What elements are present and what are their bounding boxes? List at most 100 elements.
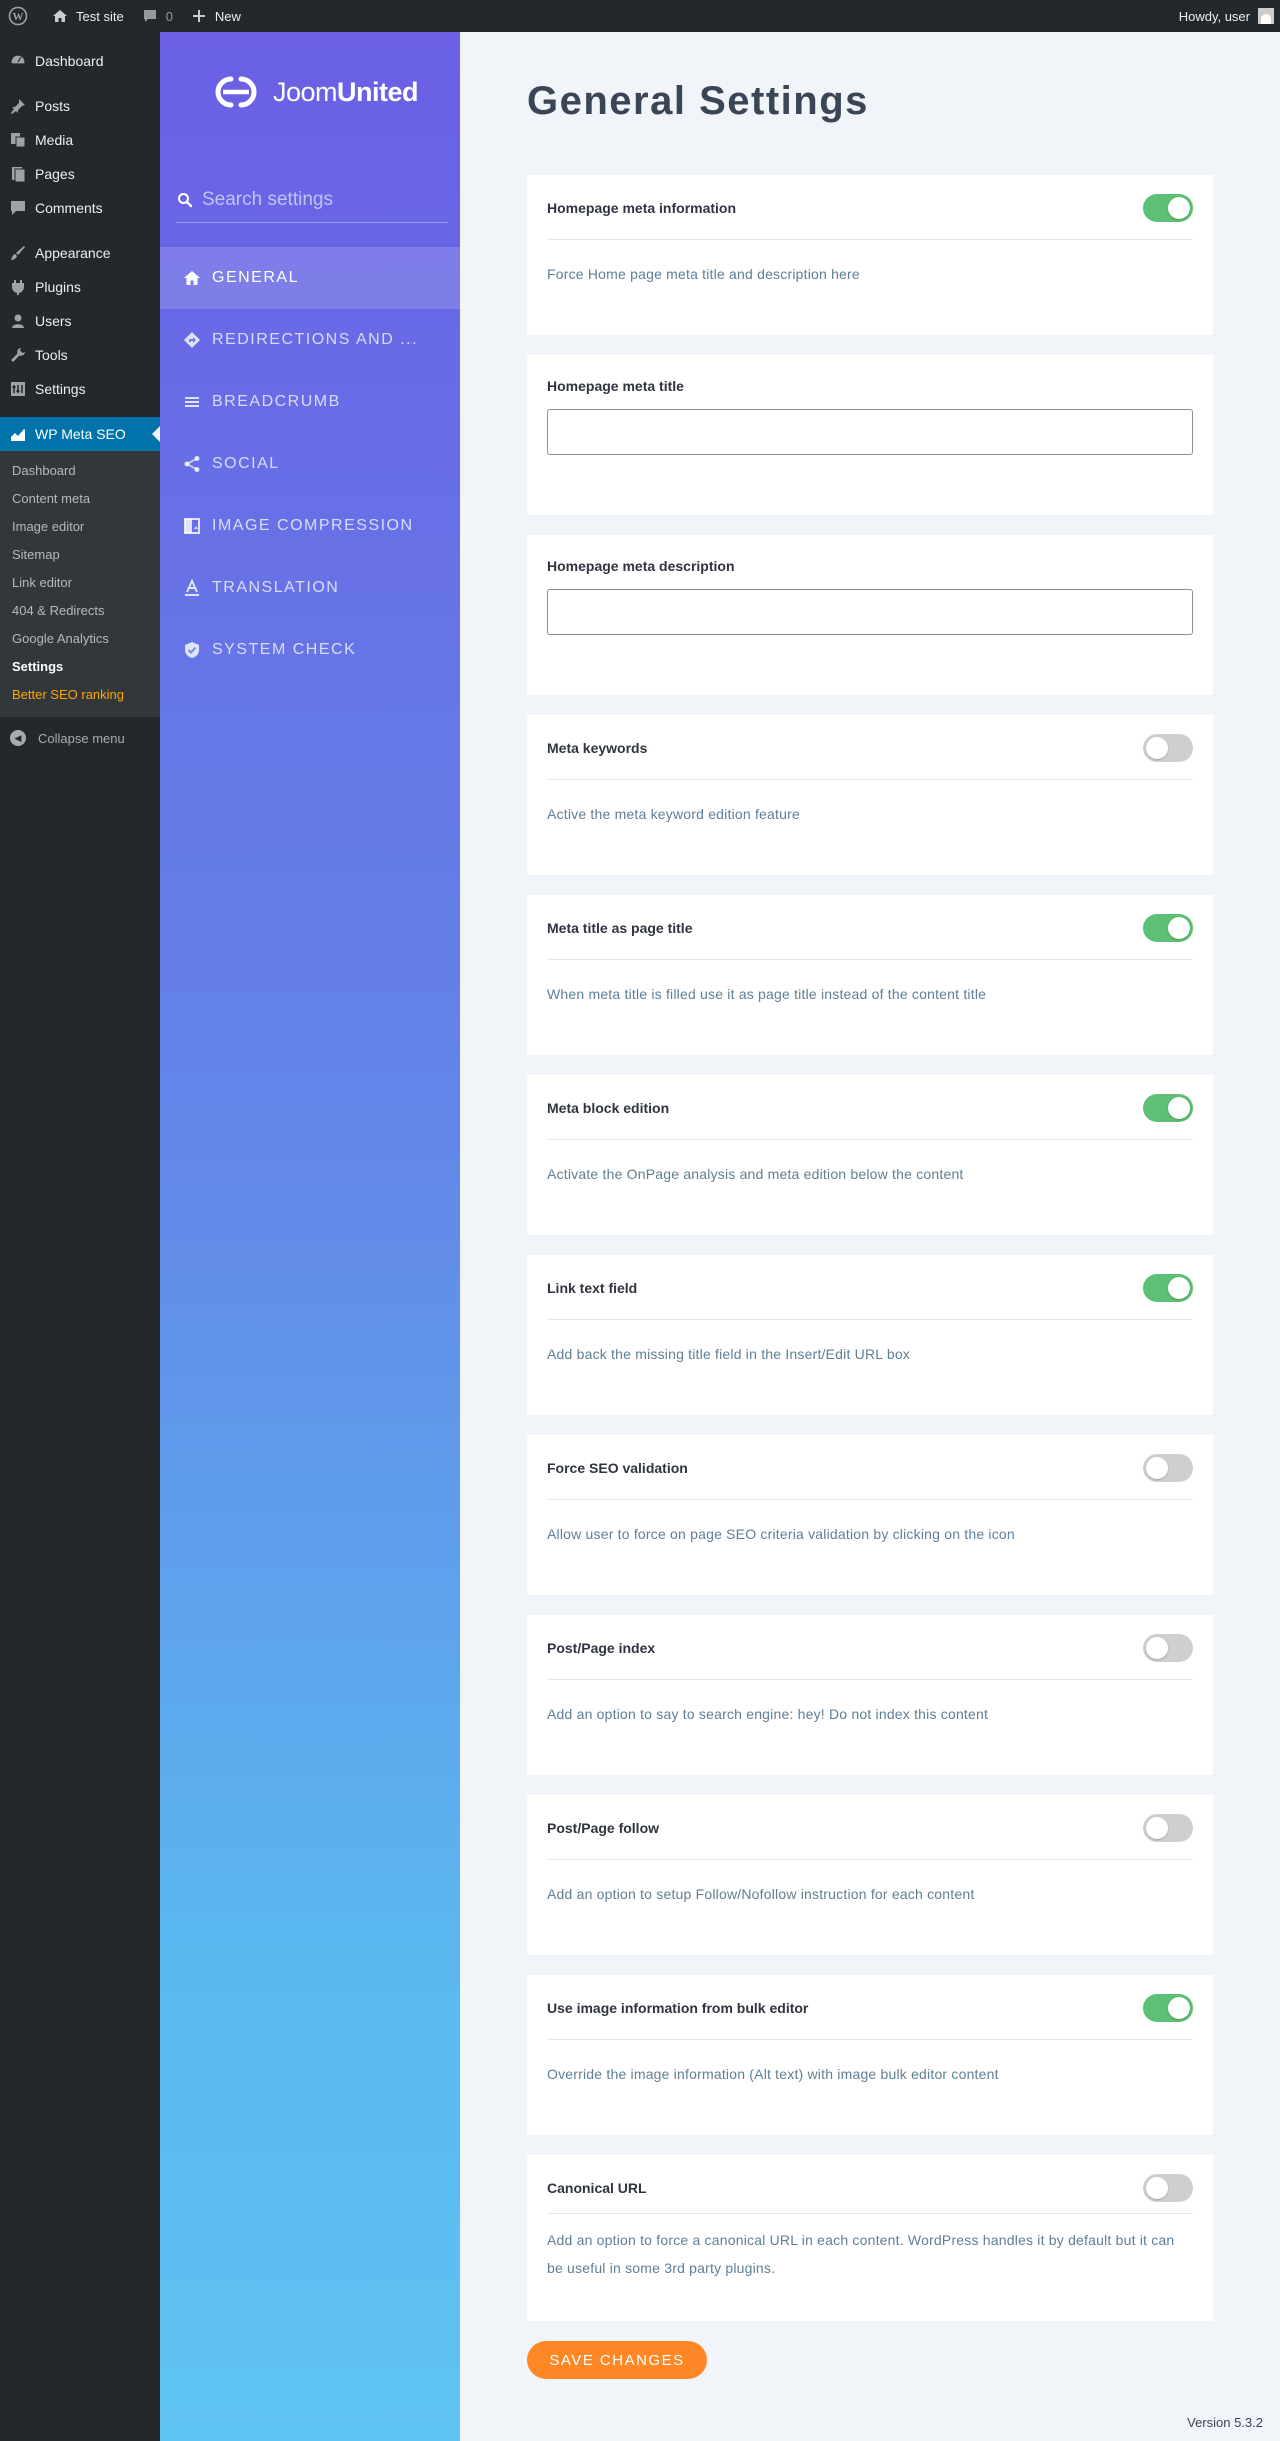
wp-meta-seo-submenu: Dashboard Content meta Image editor Site… — [0, 451, 160, 717]
homepage-meta-title-input[interactable] — [547, 409, 1193, 455]
comments-count: 0 — [165, 8, 173, 24]
toggle-switch[interactable] — [1143, 914, 1193, 942]
menu-users[interactable]: Users — [0, 304, 160, 338]
menu-label: Dashboard — [35, 53, 104, 69]
nav-redirections[interactable]: REDIRECTIONS AND ... — [160, 309, 460, 371]
setting-description: Add back the missing title field in the … — [547, 1346, 911, 1362]
menu-tools[interactable]: Tools — [0, 338, 160, 372]
nav-label: GENERAL — [212, 269, 299, 286]
menu-posts[interactable]: Posts — [0, 89, 160, 123]
nav-image-compression[interactable]: IMAGE COMPRESSION — [160, 495, 460, 557]
joomunited-logo: JoomUnited — [197, 67, 419, 117]
wordpress-logo[interactable]: W — [0, 0, 42, 32]
homepage-meta-description-input[interactable] — [547, 589, 1193, 635]
setting-description: Allow user to force on page SEO criteria… — [547, 1526, 1015, 1542]
setting-label: Post/Page follow — [547, 1820, 660, 1836]
page-title: General Settings — [527, 79, 869, 123]
toggle-switch[interactable] — [1143, 1094, 1193, 1122]
submenu-google-analytics[interactable]: Google Analytics — [0, 625, 160, 653]
menu-label: Plugins — [35, 279, 81, 295]
settings-list: Homepage meta information Force Home pag… — [527, 175, 1213, 2321]
comments-link[interactable]: 0 — [132, 0, 181, 32]
logo-text: JoomUnited — [273, 76, 419, 107]
admin-bar: W Test site 0 New Howdy, user — [0, 0, 1280, 32]
setting-label: Canonical URL — [547, 2180, 647, 2196]
translation-icon — [182, 578, 202, 598]
toggle-switch[interactable] — [1143, 2174, 1193, 2202]
menu-dashboard[interactable]: Dashboard — [0, 44, 160, 78]
nav-general[interactable]: GENERAL — [160, 247, 460, 309]
wrench-icon — [8, 345, 28, 365]
new-label: New — [214, 8, 241, 24]
nav-translation[interactable]: TRANSLATION — [160, 557, 460, 619]
submenu-content-meta[interactable]: Content meta — [0, 485, 160, 513]
new-content-link[interactable]: New — [181, 0, 249, 32]
menu-label: Settings — [35, 381, 86, 397]
save-changes-button[interactable]: SAVE CHANGES — [527, 2341, 707, 2379]
svg-text:W: W — [13, 11, 24, 23]
my-account[interactable]: Howdy, user — [1179, 0, 1280, 32]
submenu-settings[interactable]: Settings — [0, 653, 160, 681]
toggle-switch[interactable] — [1143, 1994, 1193, 2022]
share-icon — [182, 454, 202, 474]
setting-description: When meta title is filled use it as page… — [547, 986, 987, 1002]
submenu-link-editor[interactable]: Link editor — [0, 569, 160, 597]
menu-label: Media — [35, 132, 74, 148]
wordpress-icon: W — [8, 6, 28, 26]
pin-icon — [8, 96, 28, 116]
joomunited-logo-icon — [215, 76, 257, 108]
setting-label: Meta block edition — [547, 1100, 670, 1116]
setting-canonical-url: Canonical URL Add an option to force a c… — [527, 2155, 1213, 2321]
menu-label: WP Meta SEO — [35, 426, 126, 442]
toggle-switch[interactable] — [1143, 1814, 1193, 1842]
setting-label: Meta keywords — [547, 740, 648, 756]
menu-media[interactable]: Media — [0, 123, 160, 157]
setting-description: Add an option to say to search engine: h… — [547, 1706, 989, 1722]
toggle-switch[interactable] — [1143, 734, 1193, 762]
search-input[interactable] — [202, 188, 442, 211]
toggle-switch[interactable] — [1143, 1634, 1193, 1662]
submenu-better-seo-ranking[interactable]: Better SEO ranking — [0, 681, 160, 709]
toggle-switch[interactable] — [1143, 1274, 1193, 1302]
nav-label: BREADCRUMB — [212, 393, 341, 410]
setting-homepage-meta-information: Homepage meta information Force Home pag… — [527, 175, 1213, 335]
menu-label: Pages — [35, 166, 75, 182]
menu-comments[interactable]: Comments — [0, 191, 160, 225]
nav-social[interactable]: SOCIAL — [160, 433, 460, 495]
menu-wp-meta-seo[interactable]: WP Meta SEO — [0, 417, 160, 451]
toggle-switch[interactable] — [1143, 194, 1193, 222]
collapse-arrow-icon: ◀ — [10, 730, 26, 746]
nav-breadcrumb[interactable]: BREADCRUMB — [160, 371, 460, 433]
collapse-menu-button[interactable]: ◀ Collapse menu — [0, 721, 160, 755]
menu-settings[interactable]: Settings — [0, 372, 160, 406]
plus-icon — [189, 6, 209, 26]
menu-appearance[interactable]: Appearance — [0, 236, 160, 270]
setting-homepage-meta-title: Homepage meta title — [527, 355, 1213, 515]
nav-system-check[interactable]: SYSTEM CHECK — [160, 619, 460, 681]
setting-link-text-field: Link text field Add back the missing tit… — [527, 1255, 1213, 1415]
menu-plugins[interactable]: Plugins — [0, 270, 160, 304]
submenu-image-editor[interactable]: Image editor — [0, 513, 160, 541]
nav-label: IMAGE COMPRESSION — [212, 517, 414, 534]
plug-icon — [8, 277, 28, 297]
setting-post-page-follow: Post/Page follow Add an option to setup … — [527, 1795, 1213, 1955]
home-icon — [50, 6, 70, 26]
admin-menu: Dashboard Posts Media Pages Comments App… — [0, 32, 160, 2441]
setting-description: Override the image information (Alt text… — [547, 2066, 999, 2082]
submenu-dashboard[interactable]: Dashboard — [0, 457, 160, 485]
dashboard-icon — [8, 51, 28, 71]
comment-icon — [8, 198, 28, 218]
setting-description: Activate the OnPage analysis and meta ed… — [547, 1166, 964, 1182]
setting-label: Homepage meta description — [547, 558, 735, 574]
settings-icon — [8, 379, 28, 399]
submenu-404-redirects[interactable]: 404 & Redirects — [0, 597, 160, 625]
menu-pages[interactable]: Pages — [0, 157, 160, 191]
site-name-link[interactable]: Test site — [42, 0, 132, 32]
setting-label: Use image information from bulk editor — [547, 2000, 809, 2016]
setting-description: Force Home page meta title and descripti… — [547, 266, 860, 282]
toggle-switch[interactable] — [1143, 1454, 1193, 1482]
setting-label: Homepage meta title — [547, 378, 684, 394]
setting-force-seo-validation: Force SEO validation Allow user to force… — [527, 1435, 1213, 1595]
user-icon — [8, 311, 28, 331]
submenu-sitemap[interactable]: Sitemap — [0, 541, 160, 569]
